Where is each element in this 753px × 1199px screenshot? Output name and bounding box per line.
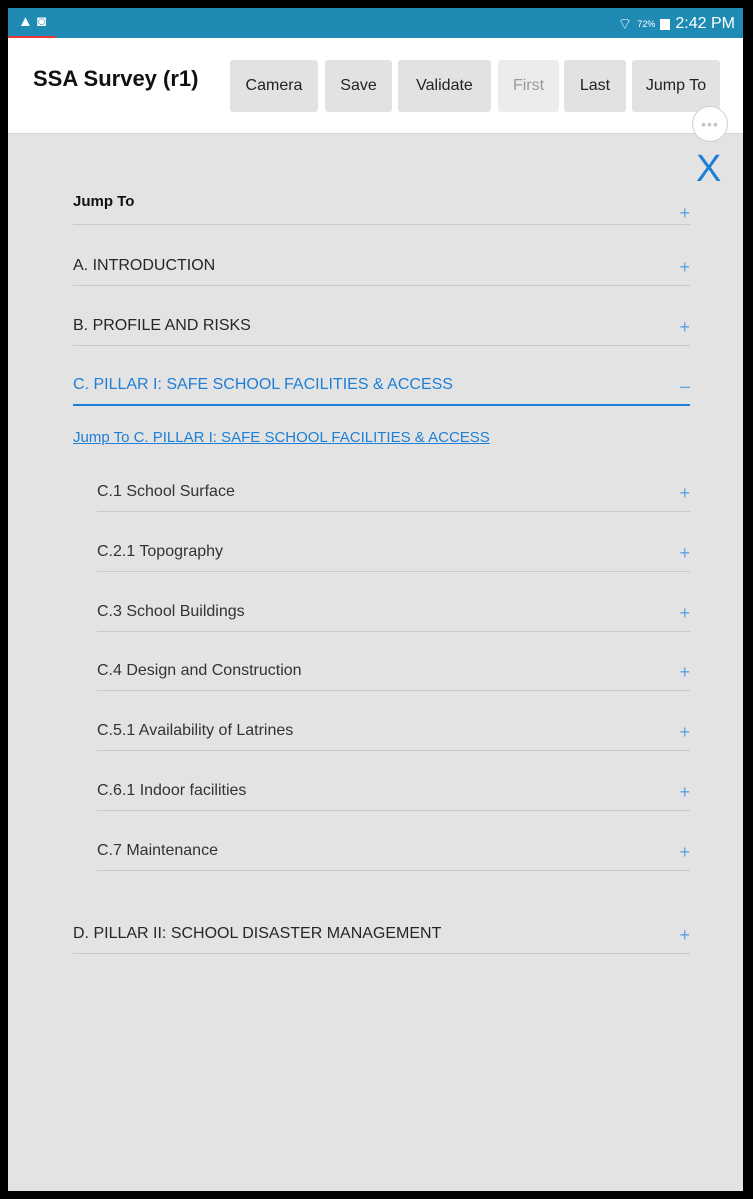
- validate-button[interactable]: Validate: [398, 60, 491, 112]
- subsection-label: C.2.1 Topography: [97, 543, 224, 560]
- plus-icon: +: [679, 203, 690, 223]
- subsection-row[interactable]: C.2.1 Topography +: [97, 543, 690, 572]
- battery-level: 72%: [637, 19, 656, 29]
- battery-icon: [660, 18, 671, 30]
- subsection-label: C.5.1 Availability of Latrines: [97, 722, 294, 739]
- save-button[interactable]: Save: [325, 60, 392, 112]
- jump-to-section-link[interactable]: Jump To C. PILLAR I: SAFE SCHOOL FACILIT…: [73, 429, 490, 446]
- first-button[interactable]: First: [498, 60, 559, 112]
- close-icon[interactable]: X: [696, 148, 721, 191]
- warning-icon: ▲: [18, 13, 33, 30]
- subsection-label: C.6.1 Indoor facilities: [97, 782, 247, 799]
- subsection-label: C.1 School Surface: [97, 483, 235, 500]
- jump-to-heading-row: Jump To +: [73, 193, 690, 225]
- expand-icon[interactable]: +: [679, 603, 690, 624]
- subsection-label: C.3 School Buildings: [97, 603, 245, 620]
- expand-icon[interactable]: +: [679, 925, 690, 946]
- app-window: ▲ ◙ ⌔ 72% 2:42 PM SSA Survey (r1) Camera…: [8, 8, 743, 1191]
- subsection-label: C.4 Design and Construction: [97, 662, 302, 679]
- app-title: SSA Survey (r1): [33, 66, 199, 91]
- jump-to-heading: Jump To: [73, 193, 135, 210]
- section-row[interactable]: A. INTRODUCTION +: [73, 257, 690, 286]
- system-status: ⌔ 72% 2:42 PM: [617, 14, 735, 34]
- subsection-row[interactable]: C.1 School Surface +: [97, 483, 690, 512]
- subsection-row[interactable]: C.5.1 Availability of Latrines +: [97, 722, 690, 751]
- section-row[interactable]: D. PILLAR II: SCHOOL DISASTER MANAGEMENT…: [73, 925, 690, 954]
- subsection-row[interactable]: C.7 Maintenance +: [97, 842, 690, 871]
- clock: 2:42 PM: [675, 15, 735, 32]
- section-label: B. PROFILE AND RISKS: [73, 317, 251, 334]
- subsection-label: C.7 Maintenance: [97, 842, 218, 859]
- expand-icon[interactable]: +: [679, 842, 690, 863]
- app-notification-icon: ◙: [36, 13, 46, 30]
- last-button[interactable]: Last: [564, 60, 626, 112]
- expand-icon[interactable]: +: [679, 782, 690, 803]
- status-bar: ▲ ◙ ⌔ 72% 2:42 PM: [8, 8, 743, 39]
- wifi-icon: ⌔: [617, 16, 633, 33]
- subsection-row[interactable]: C.3 School Buildings +: [97, 603, 690, 632]
- section-label: D. PILLAR II: SCHOOL DISASTER MANAGEMENT: [73, 925, 442, 942]
- expand-icon[interactable]: +: [679, 722, 690, 743]
- collapse-icon[interactable]: –: [680, 376, 690, 397]
- expand-icon[interactable]: +: [679, 662, 690, 683]
- app-header: SSA Survey (r1) Camera Save Validate Fir…: [8, 38, 743, 134]
- notification-icons: ▲ ◙: [18, 13, 46, 30]
- section-row-expanded[interactable]: C. PILLAR I: SAFE SCHOOL FACILITIES & AC…: [73, 376, 690, 406]
- jump-to-button[interactable]: Jump To: [632, 60, 720, 112]
- more-options-icon[interactable]: •••: [692, 106, 728, 142]
- section-label: C. PILLAR I: SAFE SCHOOL FACILITIES & AC…: [73, 376, 453, 393]
- subsection-row[interactable]: C.4 Design and Construction +: [97, 662, 690, 691]
- expand-icon[interactable]: +: [679, 483, 690, 504]
- expand-icon[interactable]: +: [679, 257, 690, 278]
- section-label: A. INTRODUCTION: [73, 257, 216, 274]
- subsection-row[interactable]: C.6.1 Indoor facilities +: [97, 782, 690, 811]
- camera-button[interactable]: Camera: [230, 60, 318, 112]
- expand-icon[interactable]: +: [679, 317, 690, 338]
- section-row[interactable]: B. PROFILE AND RISKS +: [73, 317, 690, 346]
- expand-icon[interactable]: +: [679, 543, 690, 564]
